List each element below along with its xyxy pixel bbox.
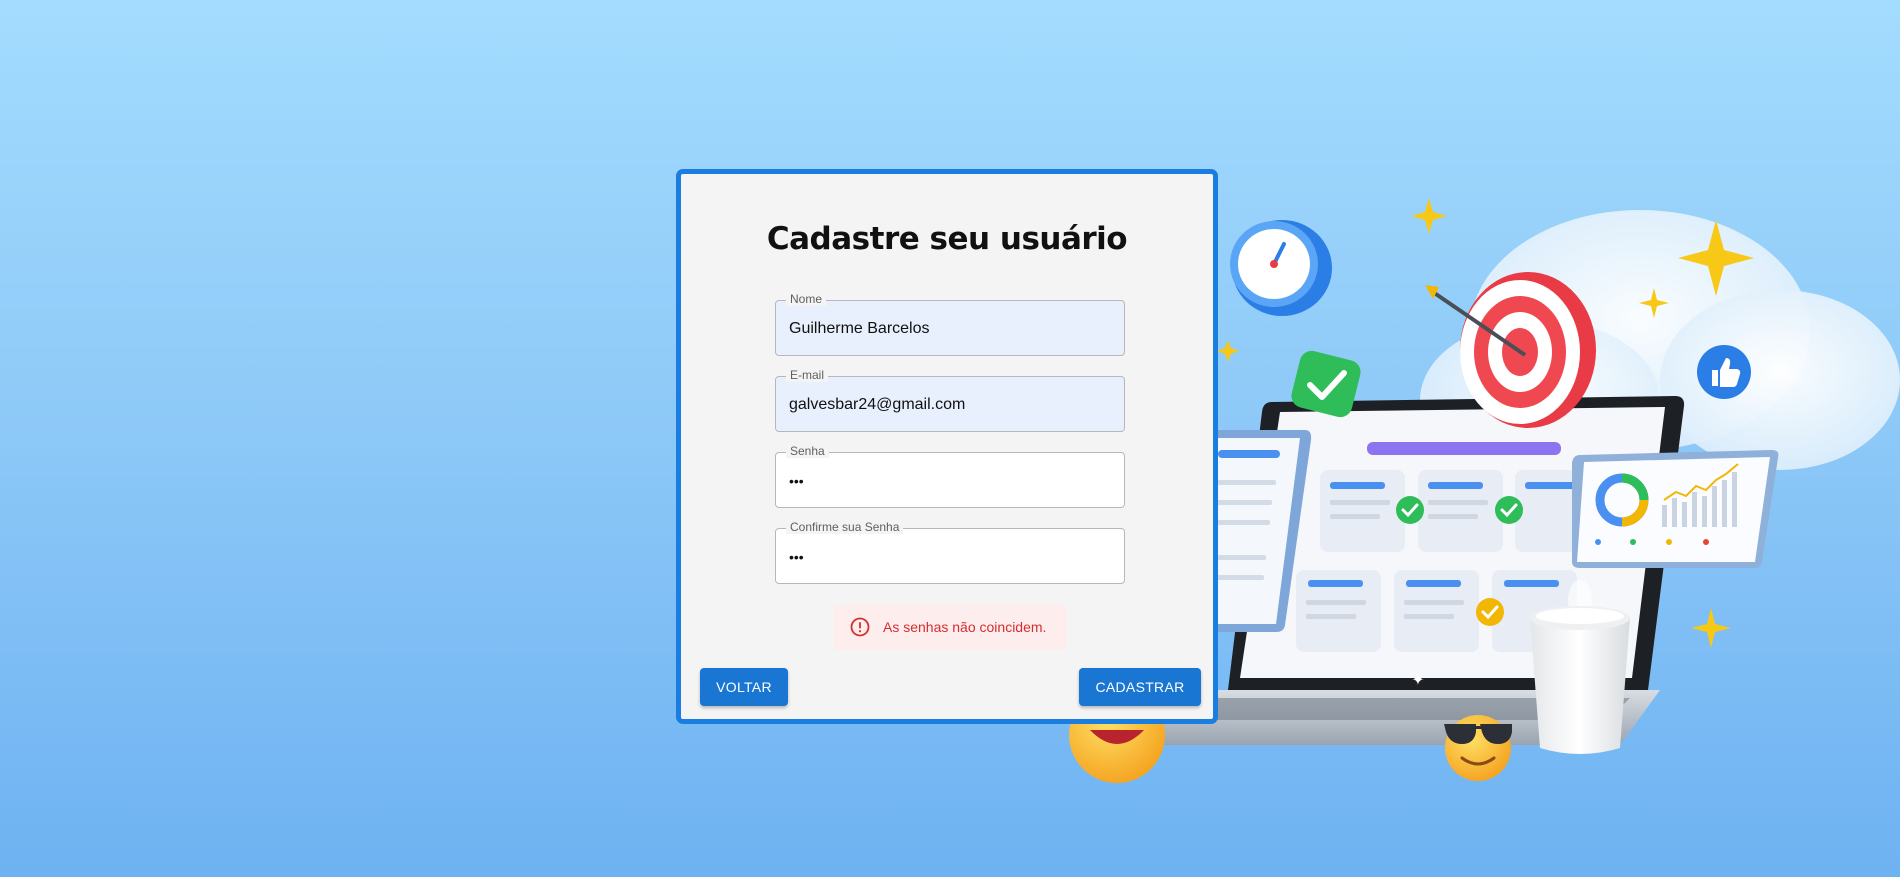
error-outline-icon xyxy=(850,617,870,637)
confirm-password-field-label: Confirme sua Senha xyxy=(786,520,904,534)
email-field-value: galvesbar24@gmail.com xyxy=(789,396,966,413)
confirm-password-field[interactable]: Confirme sua Senha ••• xyxy=(775,520,1125,584)
password-field-label: Senha xyxy=(786,444,829,458)
thumbs-up-icon xyxy=(1697,345,1751,399)
password-field-value: ••• xyxy=(789,473,804,489)
email-field-label: E-mail xyxy=(786,368,829,382)
password-field[interactable]: Senha ••• xyxy=(775,444,1125,508)
clock-icon xyxy=(1230,220,1332,316)
error-alert: As senhas não coincidem. xyxy=(834,605,1067,650)
email-field[interactable]: E-mail galvesbar24@gmail.com xyxy=(775,368,1125,432)
register-card: Cadastre seu usuário Nome Guilherme Barc… xyxy=(676,169,1218,724)
error-message: As senhas não coincidem. xyxy=(883,619,1047,635)
name-field-value: Guilherme Barcelos xyxy=(789,320,930,337)
svg-text:✦: ✦ xyxy=(1411,670,1424,689)
register-button[interactable]: CADASTRAR xyxy=(1079,668,1201,706)
page-title: Cadastre seu usuário xyxy=(766,221,1128,257)
name-field[interactable]: Nome Guilherme Barcelos xyxy=(775,292,1125,356)
back-button[interactable]: VOLTAR xyxy=(700,668,788,706)
sunglasses-emoji-icon xyxy=(1444,715,1512,781)
confirm-password-field-value: ••• xyxy=(789,549,804,565)
name-field-label: Nome xyxy=(786,292,827,306)
floating-chart-panel xyxy=(1571,450,1779,568)
